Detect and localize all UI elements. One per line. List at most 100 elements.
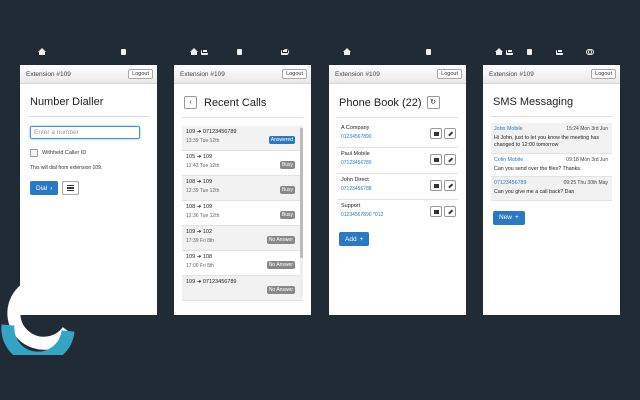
edit-contact-button[interactable]	[444, 180, 456, 191]
plus-icon: +	[515, 214, 519, 222]
settings-icon[interactable]	[584, 47, 594, 57]
page-title-text: Recent Calls	[204, 96, 267, 109]
phonebook-icon[interactable]	[423, 47, 433, 57]
call-row[interactable]: 105 ➜ 109 12:43 Tue 12th Busy	[182, 151, 303, 176]
message-date: 09:25 Thu 30th May	[563, 180, 608, 187]
add-contact-button[interactable]: Add +	[339, 232, 370, 246]
scrollbar-thumb[interactable]	[300, 128, 303, 258]
call-number: 109 ➜ 108	[186, 254, 213, 260]
phonebook-icon[interactable]	[118, 47, 128, 57]
withheld-row: Withheld Caller ID	[30, 149, 157, 157]
extension-label: Extension #109	[180, 70, 225, 78]
logout-button[interactable]: Logout	[128, 69, 153, 79]
dial-actions: Dial ›	[30, 181, 157, 195]
divider	[28, 116, 149, 117]
logout-button[interactable]: Logout	[282, 69, 307, 79]
sms-contact-button[interactable]	[430, 206, 442, 217]
message-item[interactable]: Colin Mobile 09:18 Mon 3rd Jun Can you s…	[491, 154, 612, 178]
mail-icon	[433, 131, 439, 136]
dial-note: This will dial from extension 109.	[30, 165, 103, 171]
message-item[interactable]: John Mobile 15:24 Mon 3rd Jun Hi John, j…	[491, 123, 612, 154]
message-text: Can you give me a call back? Dan	[494, 189, 575, 196]
mail-icon	[433, 157, 439, 162]
contact-row[interactable]: Support 01234567890 *012	[337, 200, 458, 226]
sms-icon[interactable]	[279, 47, 289, 57]
home-icon[interactable]	[189, 47, 199, 57]
phonebook-icon[interactable]	[524, 47, 534, 57]
edit-contact-button[interactable]	[444, 128, 456, 139]
page-title: ‹ Recent Calls	[184, 96, 311, 109]
new-sms-button[interactable]: New +	[493, 210, 525, 225]
call-list[interactable]: 109 ➜ 07123456789 13:39 Tue 12th Answere…	[182, 126, 303, 301]
pencil-icon	[447, 157, 453, 162]
call-row[interactable]: 109 ➜ 108 17:00 Fri 8th No Answer	[182, 251, 303, 276]
sms-contact-button[interactable]	[430, 180, 442, 191]
status-badge: No Answer	[266, 236, 295, 244]
call-number: 108 ➜ 109	[186, 204, 213, 210]
refresh-button[interactable]: ↻	[426, 96, 440, 109]
topnav-sms	[494, 45, 594, 59]
home-icon[interactable]	[342, 47, 352, 57]
edit-contact-button[interactable]	[444, 154, 456, 165]
status-badge: Busy	[279, 186, 295, 194]
logout-button[interactable]: Logout	[591, 69, 616, 79]
call-number: 105 ➜ 109	[186, 154, 213, 160]
call-row[interactable]: 109 ➜ 07123456789 13:39 Tue 12th Answere…	[182, 126, 303, 151]
menu-icon	[67, 184, 75, 187]
status-badge: No Answer	[266, 286, 295, 294]
call-number: 109 ➜ 102	[186, 229, 213, 235]
chevron-right-icon: ›	[50, 184, 53, 192]
status-badge: Busy	[279, 211, 295, 219]
pencil-icon	[447, 131, 453, 136]
number-input[interactable]: Enter a number	[30, 126, 140, 139]
plus-icon: +	[359, 235, 364, 243]
call-row[interactable]: 108 ➜ 109 12:36 Tue 12th Busy	[182, 201, 303, 226]
panel-header: Extension #109 Logout	[174, 65, 311, 84]
sms-icon[interactable]	[554, 47, 564, 57]
extension-label: Extension #109	[489, 70, 534, 78]
edit-contact-button[interactable]	[444, 206, 456, 217]
contact-row[interactable]: A Company 01234567890	[337, 122, 458, 148]
mail-icon	[433, 209, 439, 214]
call-row[interactable]: 109 ➜ 102 17:39 Fri 8th No Answer	[182, 226, 303, 251]
contact-row[interactable]: Paul Mobile 07123456789	[337, 148, 458, 174]
call-number: 109 ➜ 07123456789	[186, 279, 237, 285]
contact-row[interactable]: John Direct 07123456788	[337, 174, 458, 200]
call-row[interactable]: 109 ➜ 07123456789 No Answer	[182, 276, 303, 301]
call-number: 108 ➜ 109	[186, 179, 213, 185]
extension-label: Extension #109	[26, 70, 71, 78]
extension-label: Extension #109	[335, 70, 380, 78]
message-date: 09:18 Mon 3rd Jun	[566, 156, 608, 163]
message-date: 15:24 Mon 3rd Jun	[566, 126, 608, 132]
sms-contact-button[interactable]	[430, 128, 442, 139]
back-button[interactable]: ‹	[184, 96, 197, 109]
divider	[182, 117, 303, 118]
status-badge: No Answer	[266, 261, 295, 269]
panel-header: Extension #109 Logout	[483, 65, 620, 84]
sms-contact-button[interactable]	[430, 154, 442, 165]
panel-header: Extension #109 Logout	[20, 65, 157, 84]
mail-icon	[433, 183, 439, 188]
chevron-left-icon: ‹	[189, 99, 192, 106]
message-item[interactable]: 07123456789 09:25 Thu 30th May Can you g…	[491, 177, 612, 201]
home-icon[interactable]	[37, 47, 47, 57]
topnav-recent	[189, 45, 289, 59]
dial-button[interactable]: Dial ›	[30, 181, 59, 195]
pencil-icon	[447, 209, 453, 214]
message-text: Can you send over the files? Thanks.	[494, 165, 582, 172]
scrollbar[interactable]	[300, 126, 303, 296]
message-list: John Mobile 15:24 Mon 3rd Jun Hi John, j…	[491, 123, 612, 201]
page-title: SMS Messaging	[493, 96, 574, 108]
home-icon[interactable]	[494, 47, 504, 57]
withheld-checkbox[interactable]	[30, 149, 38, 157]
brand-logo-icon	[1, 276, 75, 355]
add-label: Add	[345, 235, 357, 243]
phonebook-icon[interactable]	[234, 47, 244, 57]
page-title: Phone Book (22) ↻	[339, 96, 466, 109]
call-row[interactable]: 108 ➜ 109 12:39 Tue 12th Busy	[182, 176, 303, 201]
logout-button[interactable]: Logout	[437, 69, 462, 79]
menu-button[interactable]	[62, 181, 80, 195]
new-label: New	[499, 214, 513, 222]
sms-panel: Extension #109 Logout SMS Messaging John…	[483, 65, 620, 315]
call-number: 109 ➜ 07123456789	[186, 129, 237, 135]
